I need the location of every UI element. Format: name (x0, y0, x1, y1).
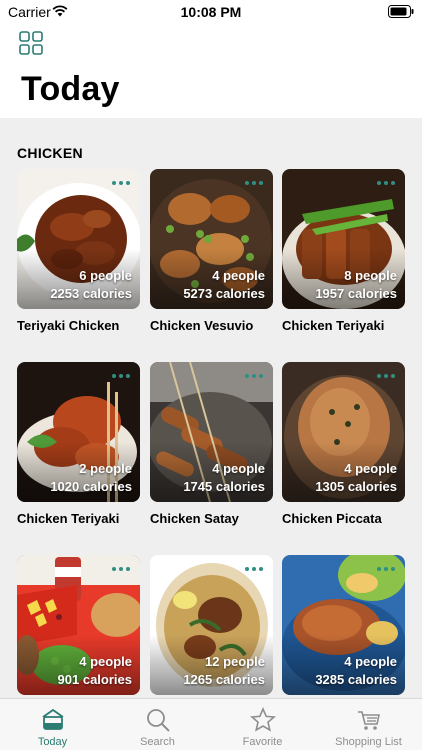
recipe-title[interactable]: Chicken Teriyaki (282, 318, 405, 333)
more-options-icon[interactable] (377, 567, 395, 571)
tab-label: Search (140, 736, 175, 748)
calories-label: 1957 calories (315, 286, 397, 301)
recipe-card[interactable]: 4 people 5273 calories Chicken Vesuvio (150, 169, 273, 333)
more-options-icon[interactable] (112, 181, 130, 185)
tab-label: Today (37, 736, 68, 748)
tab-search[interactable]: Search (105, 699, 210, 750)
more-options-icon[interactable] (112, 567, 130, 571)
recipe-card[interactable]: 4 people 3285 calories (282, 555, 405, 698)
recipe-image[interactable]: 4 people 1745 calories (150, 362, 273, 502)
servings-label: 4 people (344, 654, 397, 669)
home-icon (41, 708, 64, 730)
calories-label: 3285 calories (315, 672, 397, 687)
more-options-icon[interactable] (245, 374, 263, 378)
tab-today[interactable]: Today (0, 699, 105, 750)
recipe-title[interactable]: Chicken Satay (150, 511, 273, 526)
recipe-image[interactable]: 4 people 3285 calories (282, 555, 405, 695)
servings-label: 4 people (344, 461, 397, 476)
tab-bar: Today Search Favorite Shopping List (0, 698, 422, 750)
tab-label: Shopping List (335, 736, 402, 748)
calories-label: 1265 calories (183, 672, 265, 687)
servings-label: 4 people (212, 461, 265, 476)
tab-favorite[interactable]: Favorite (210, 699, 315, 750)
servings-label: 4 people (212, 268, 265, 283)
more-options-icon[interactable] (377, 374, 395, 378)
servings-label: 4 people (79, 654, 132, 669)
tab-label: Favorite (242, 736, 283, 748)
servings-label: 2 people (79, 461, 132, 476)
servings-label: 12 people (205, 654, 265, 669)
star-icon (249, 707, 276, 732)
section-title: CHICKEN (17, 145, 83, 161)
cart-icon (357, 711, 380, 730)
recipe-feed[interactable]: CHICKEN 6 people 2253 calories Teriyaki … (0, 118, 422, 698)
header: Today (0, 24, 422, 118)
calories-label: 1305 calories (315, 479, 397, 494)
calories-label: 1020 calories (50, 479, 132, 494)
recipe-card[interactable]: 4 people 1745 calories Chicken Satay (150, 362, 273, 526)
status-bar: Carrier 10:08 PM (0, 0, 422, 24)
calories-label: 2253 calories (50, 286, 132, 301)
recipe-title[interactable]: Chicken Piccata (282, 511, 405, 526)
recipe-title[interactable]: Chicken Vesuvio (150, 318, 273, 333)
battery-icon (388, 5, 414, 18)
recipe-card[interactable]: 2 people 1020 calories Chicken Teriyaki (17, 362, 140, 526)
calories-label: 901 calories (57, 672, 132, 687)
recipe-image[interactable]: 8 people 1957 calories (282, 169, 405, 309)
more-options-icon[interactable] (245, 181, 263, 185)
search-icon (146, 709, 170, 732)
more-options-icon[interactable] (245, 567, 263, 571)
recipe-card[interactable]: 4 people 901 calories (17, 555, 140, 698)
calories-label: 5273 calories (183, 286, 265, 301)
recipe-image[interactable]: 4 people 901 calories (17, 555, 140, 695)
recipe-card[interactable]: 8 people 1957 calories Chicken Teriyaki (282, 169, 405, 333)
status-time: 10:08 PM (180, 4, 242, 20)
grid-menu-icon[interactable] (18, 30, 44, 56)
recipe-image[interactable]: 2 people 1020 calories (17, 362, 140, 502)
servings-label: 8 people (344, 268, 397, 283)
recipe-title[interactable]: Teriyaki Chicken (17, 318, 140, 333)
calories-label: 1745 calories (183, 479, 265, 494)
recipe-card[interactable]: 4 people 1305 calories Chicken Piccata (282, 362, 405, 526)
recipe-card[interactable]: 6 people 2253 calories Teriyaki Chicken (17, 169, 140, 333)
more-options-icon[interactable] (377, 181, 395, 185)
recipe-image[interactable]: 4 people 5273 calories (150, 169, 273, 309)
more-options-icon[interactable] (112, 374, 130, 378)
recipe-image[interactable]: 4 people 1305 calories (282, 362, 405, 502)
servings-label: 6 people (79, 268, 132, 283)
recipe-image[interactable]: 12 people 1265 calories (150, 555, 273, 695)
recipe-title[interactable]: Chicken Teriyaki (17, 511, 140, 526)
recipe-image[interactable]: 6 people 2253 calories (17, 169, 140, 309)
tab-shopping-list[interactable]: Shopping List (316, 699, 421, 750)
page-title: Today (21, 70, 120, 108)
recipe-card[interactable]: 12 people 1265 calories (150, 555, 273, 698)
